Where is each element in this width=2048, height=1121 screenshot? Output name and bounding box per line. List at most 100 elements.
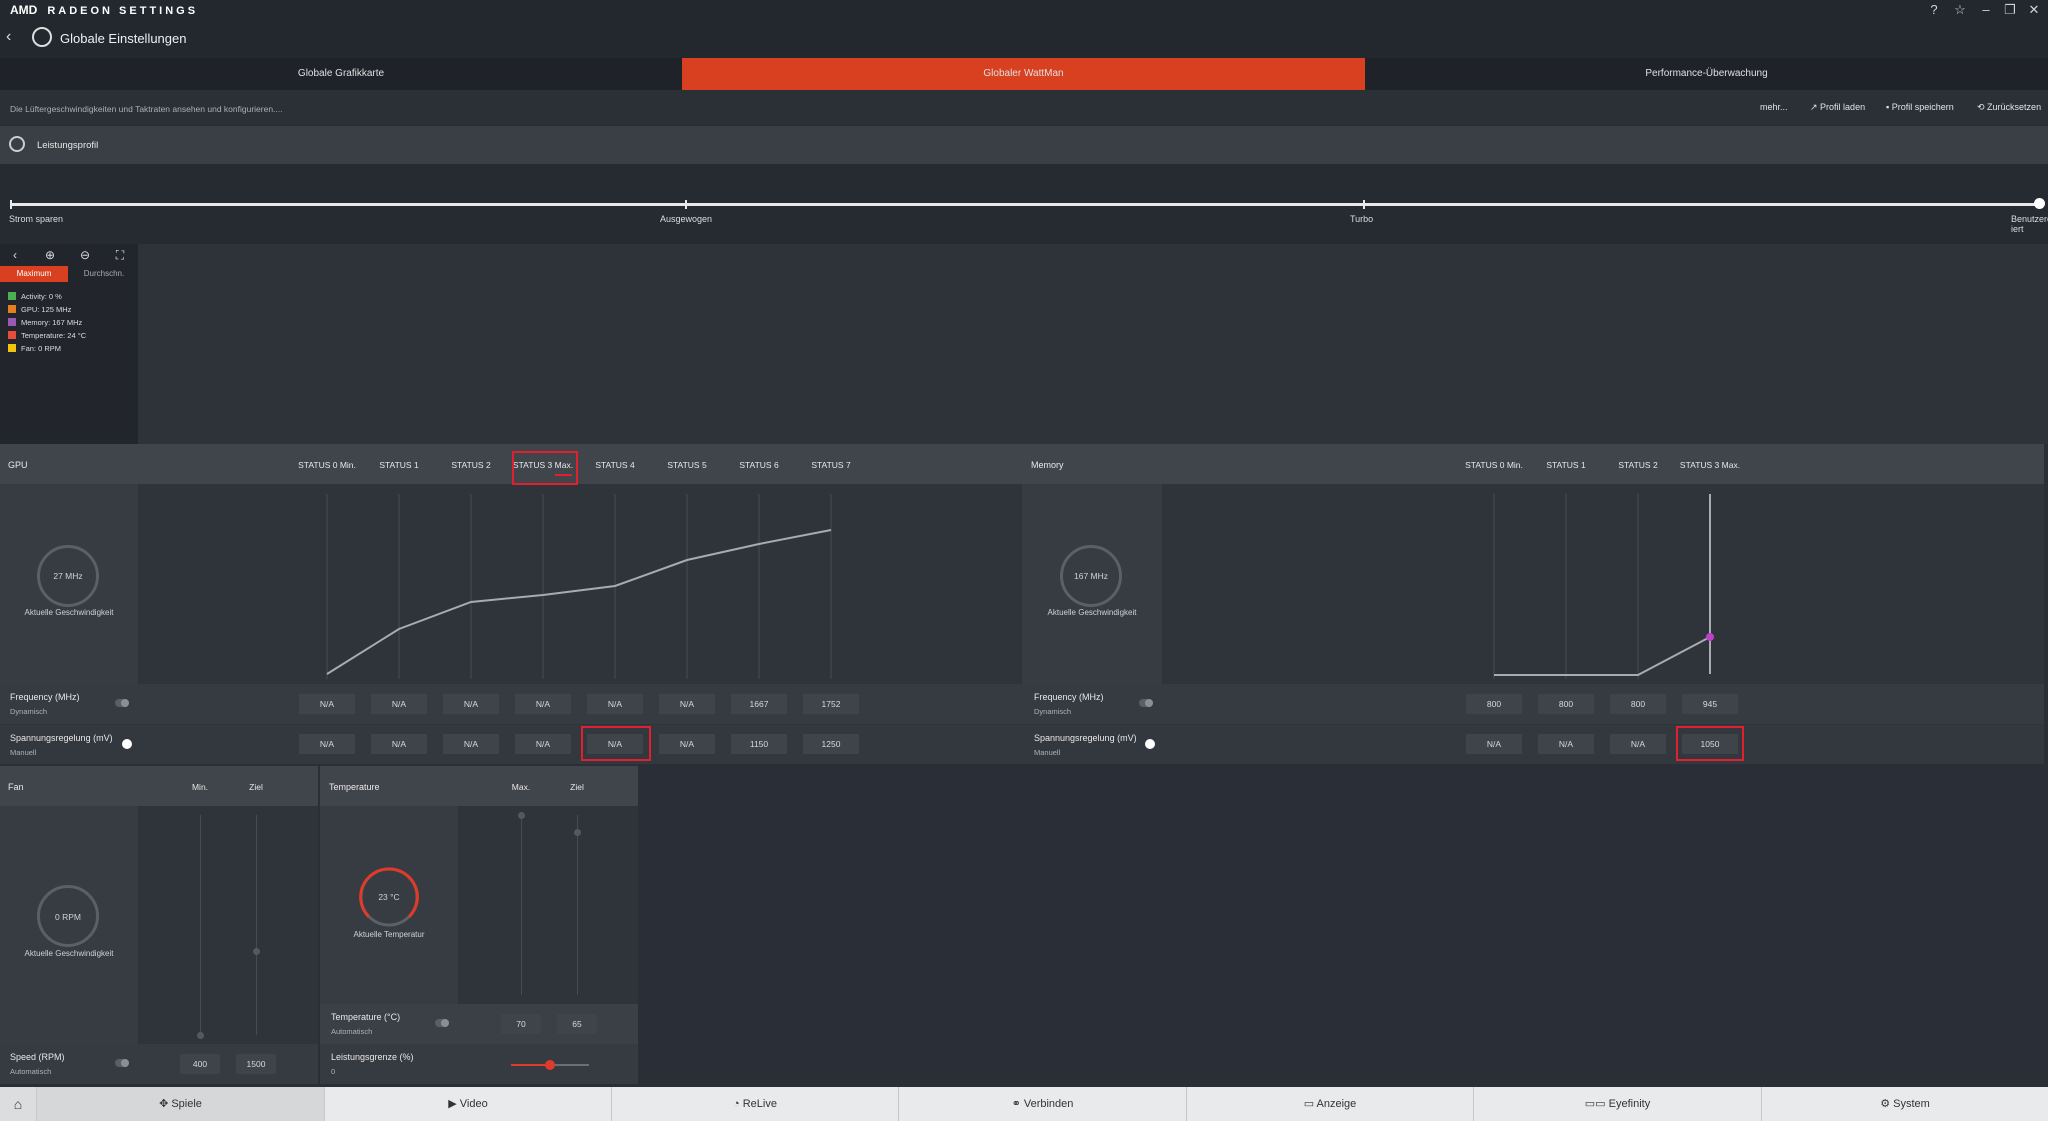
gpu-voltage-cell[interactable]: 1250 <box>803 734 859 754</box>
legend-item[interactable]: Temperature: 24 °C <box>8 331 86 340</box>
memory-frequency-cell[interactable]: 800 <box>1466 694 1522 714</box>
gpu-frequency-cell[interactable]: N/A <box>587 694 643 714</box>
close-icon[interactable]: ✕ <box>2026 2 2042 18</box>
nav-display[interactable]: ▭ Anzeige <box>1186 1087 1473 1121</box>
memory-frequency-cell[interactable]: 800 <box>1538 694 1594 714</box>
load-profile-button[interactable]: ↗ Profil laden <box>1810 102 1865 113</box>
back-arrow-icon[interactable]: ‹ <box>6 28 11 46</box>
gpu-voltage-row <box>0 725 1022 764</box>
star-icon[interactable]: ☆ <box>1952 2 1968 18</box>
memory-voltage-manual-toggle[interactable] <box>1145 739 1155 749</box>
nav-system[interactable]: ⚙ System <box>1761 1087 2048 1121</box>
nav-eyefinity[interactable]: ▭▭ Eyefinity <box>1473 1087 1761 1121</box>
profile-slider-track[interactable] <box>10 203 2040 206</box>
gpu-frequency-cell[interactable]: 1667 <box>731 694 787 714</box>
gpu-state-header: STATUS 4 <box>595 460 635 470</box>
fan-speed-toggle[interactable] <box>115 1059 129 1067</box>
temperature-title: Temperature <box>329 782 380 792</box>
back-icon[interactable]: ‹ <box>5 248 25 262</box>
eyefinity-icon: ▭▭ <box>1584 1098 1609 1110</box>
tab-performance-monitoring[interactable]: Performance-Überwachung <box>1365 58 2048 90</box>
gpu-frequency-cell[interactable]: 1752 <box>803 694 859 714</box>
nav-games[interactable]: ✥ Spiele <box>36 1087 324 1121</box>
tab-global-graphics[interactable]: Globale Grafikkarte <box>0 58 682 90</box>
power-limit-slider-handle[interactable] <box>545 1060 555 1070</box>
gpu-frequency-cell[interactable]: N/A <box>371 694 427 714</box>
restore-icon[interactable]: ❐ <box>2002 2 2018 18</box>
legend-label: Activity: 0 % <box>21 292 62 301</box>
fan-min-slider-track[interactable] <box>200 815 201 1035</box>
gpu-voltage-cell[interactable]: N/A <box>443 734 499 754</box>
temperature-target-input[interactable]: 65 <box>557 1014 597 1034</box>
save-profile-label: Profil speichern <box>1891 102 1954 112</box>
temperature-target-slider-track[interactable] <box>577 815 578 995</box>
load-profile-label: Profil laden <box>1820 102 1866 112</box>
gpu-voltage-cell[interactable]: 1150 <box>731 734 787 754</box>
zoom-in-icon[interactable]: ⊕ <box>40 248 60 262</box>
nav-video[interactable]: ▶ Video <box>324 1087 611 1121</box>
fan-speed-target-input[interactable]: 1500 <box>236 1054 276 1074</box>
gpu-voltage-curve[interactable] <box>138 484 1022 684</box>
legend-item[interactable]: Fan: 0 RPM <box>8 344 61 353</box>
legend-swatch <box>8 331 16 339</box>
more-link[interactable]: mehr... <box>1760 102 1788 112</box>
fan-min-header: Min. <box>191 782 209 792</box>
gpu-frequency-toggle[interactable] <box>115 699 129 707</box>
zoom-out-icon[interactable]: ⊖ <box>75 248 95 262</box>
tab-global-wattman[interactable]: Globaler WattMan <box>682 58 1365 90</box>
mode-average-button[interactable]: Durchschn. <box>70 266 138 282</box>
memory-voltage-cell[interactable]: N/A <box>1466 734 1522 754</box>
memory-voltage-cell[interactable]: N/A <box>1610 734 1666 754</box>
fan-min-slider-handle[interactable] <box>197 1032 204 1039</box>
fan-target-slider-track[interactable] <box>256 815 257 1035</box>
gamepad-icon: ✥ <box>159 1098 172 1110</box>
gpu-frequency-cell[interactable]: N/A <box>299 694 355 714</box>
memory-frequency-toggle[interactable] <box>1139 699 1153 707</box>
gpu-speed-label: Aktuelle Geschwindigkeit <box>24 608 114 617</box>
fan-target-slider-handle[interactable] <box>253 948 260 955</box>
temperature-target-slider-handle[interactable] <box>574 829 581 836</box>
app-name: RADEON SETTINGS <box>47 5 199 17</box>
memory-frequency-cell[interactable]: 945 <box>1682 694 1738 714</box>
memory-voltage-cell[interactable]: N/A <box>1538 734 1594 754</box>
fan-speed-min-input[interactable]: 400 <box>180 1054 220 1074</box>
temperature-max-input[interactable]: 70 <box>501 1014 541 1034</box>
reset-button[interactable]: ⟲ Zurücksetzen <box>1977 102 2041 113</box>
legend-item[interactable]: GPU: 125 MHz <box>8 305 71 314</box>
legend-item[interactable]: Memory: 167 MHz <box>8 318 82 327</box>
gpu-frequency-cell[interactable]: N/A <box>515 694 571 714</box>
slider-stop-0[interactable] <box>10 200 12 209</box>
legend-item[interactable]: Activity: 0 % <box>8 292 62 301</box>
slider-stop-1[interactable] <box>685 200 687 209</box>
legend-swatch <box>8 344 16 352</box>
fan-target-header: Ziel <box>249 782 263 792</box>
slider-stop-2[interactable] <box>1363 200 1365 209</box>
memory-voltage-curve[interactable] <box>1162 484 2042 684</box>
memory-state-header: STATUS 2 <box>1618 460 1658 470</box>
nav-relive[interactable]: ◔ ReLive <box>611 1087 898 1121</box>
temperature-max-slider-track[interactable] <box>521 815 522 995</box>
gpu-frequency-cell[interactable]: N/A <box>659 694 715 714</box>
memory-speed-value: 167 MHz <box>1073 571 1108 581</box>
minimize-icon[interactable]: – <box>1978 2 1994 18</box>
gpu-voltage-cell[interactable]: N/A <box>299 734 355 754</box>
slider-label-turbo: Turbo <box>1350 214 1374 224</box>
mode-maximum-button[interactable]: Maximum <box>0 266 68 282</box>
gpu-voltage-cell[interactable]: N/A <box>515 734 571 754</box>
gpu-voltage-cell[interactable]: N/A <box>371 734 427 754</box>
nav-connect[interactable]: ⚭ Verbinden <box>898 1087 1186 1121</box>
temperature-max-slider-handle[interactable] <box>518 812 525 819</box>
gpu-frequency-cell[interactable]: N/A <box>443 694 499 714</box>
fit-icon[interactable]: ⛶ <box>110 248 130 262</box>
gpu-state-header: STATUS 5 <box>667 460 707 470</box>
save-profile-button[interactable]: ▪ Profil speichern <box>1886 102 1954 112</box>
help-icon[interactable]: ? <box>1926 2 1942 18</box>
profile-slider-knob[interactable] <box>2034 198 2045 209</box>
temperature-toggle[interactable] <box>435 1019 449 1027</box>
gpu-voltage-cell[interactable]: N/A <box>659 734 715 754</box>
gpu-voltage-manual-toggle[interactable] <box>122 739 132 749</box>
home-icon[interactable]: ⌂ <box>0 1087 36 1121</box>
legend-swatch <box>8 318 16 326</box>
profile-header <box>0 126 2048 164</box>
memory-frequency-cell[interactable]: 800 <box>1610 694 1666 714</box>
